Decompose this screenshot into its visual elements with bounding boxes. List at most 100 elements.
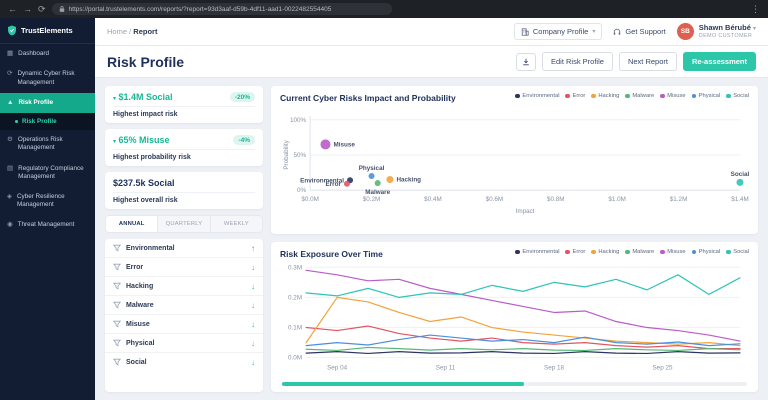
stat-card: $237.5k Social Highest overall risk	[105, 172, 263, 209]
app-window: TrustElements ▦ Dashboard ⟳ Dynamic Cyber R…	[0, 18, 768, 400]
line-chart-head: Risk Exposure Over Time Environmental Err…	[280, 249, 749, 259]
browser-back-icon[interactable]: ←	[8, 4, 17, 14]
legend-item-error[interactable]: Error	[565, 249, 585, 255]
legend-item-error[interactable]: Error	[565, 93, 585, 99]
download-button[interactable]	[516, 52, 536, 71]
legend-dot	[660, 249, 665, 255]
sidebar-item-label: Cyber Resilience Management	[17, 192, 65, 209]
filter-icon[interactable]	[113, 339, 121, 347]
svg-text:100%: 100%	[290, 117, 307, 124]
address-bar[interactable]: https://portal.trustelements.com/reports…	[51, 3, 392, 15]
line-chart-title: Risk Exposure Over Time	[280, 249, 383, 259]
browser-menu-icon[interactable]: ⋮	[751, 4, 760, 15]
user-menu[interactable]: SB Shawn Bérubé ▾ DEMO CUSTOMER	[676, 23, 756, 40]
period-tabs: ANNUAL QUARTERLY WEEKLY	[105, 215, 263, 233]
sidebar-item-dynamic-cyber-risk-management[interactable]: ⟳ Dynamic Cyber Risk Management	[0, 64, 95, 92]
svg-text:$1.2M: $1.2M	[670, 196, 688, 203]
browser-forward-icon[interactable]: →	[23, 4, 32, 14]
risk-row-social[interactable]: Social ↓	[105, 353, 263, 371]
risk-row-hacking[interactable]: Hacking ↓	[105, 277, 263, 296]
svg-text:Misuse: Misuse	[334, 141, 356, 148]
operations-icon: ⚙	[7, 136, 13, 144]
filter-icon[interactable]	[113, 358, 121, 366]
browser-refresh-icon[interactable]: ⟳	[38, 4, 46, 14]
reassessment-button[interactable]: Re-assessment	[682, 52, 756, 71]
risk-row-error[interactable]: Error ↓	[105, 258, 263, 277]
legend-item-physical[interactable]: Physical	[691, 249, 720, 255]
svg-text:Impact: Impact	[516, 208, 535, 215]
svg-text:Malware: Malware	[365, 189, 390, 196]
sidebar-item-label: Operations Risk Management	[17, 136, 63, 152]
legend-item-social[interactable]: Social	[726, 93, 749, 99]
risk-row-physical[interactable]: Physical ↓	[105, 334, 263, 353]
sidebar-item-threat-management[interactable]: ◉ Threat Management	[0, 215, 95, 235]
chart-scrollbar	[282, 382, 747, 386]
change-badge: -4%	[233, 135, 255, 145]
tab-quarterly[interactable]: QUARTERLY	[158, 216, 211, 232]
resilience-icon: ◈	[7, 192, 12, 200]
legend-item-social[interactable]: Social	[726, 249, 749, 255]
company-profile-label: Company Profile	[532, 27, 589, 36]
content: ▾ $1.4M Social -20% Highest impact risk ▾ 6…	[95, 78, 768, 400]
svg-text:0.1M: 0.1M	[288, 325, 302, 332]
legend-dot	[565, 93, 570, 99]
sidebar-item-risk-profile[interactable]: ▲ Risk Profile	[0, 92, 95, 114]
svg-text:$0.2M: $0.2M	[363, 196, 381, 203]
divider	[113, 192, 255, 193]
breadcrumb-home[interactable]: Home	[107, 27, 127, 36]
sidebar: TrustElements ▦ Dashboard ⟳ Dynamic Cyber R…	[0, 18, 95, 400]
legend-dot	[515, 249, 520, 255]
scatter-chart-card: Current Cyber Risks Impact and Probabili…	[271, 86, 758, 234]
filter-icon[interactable]	[113, 244, 121, 252]
brand[interactable]: TrustElements	[0, 18, 95, 44]
legend-item-hacking[interactable]: Hacking	[591, 93, 619, 99]
svg-text:Sep 25: Sep 25	[652, 365, 672, 372]
svg-text:Sep 04: Sep 04	[327, 365, 347, 372]
line-plot[interactable]: 0.0M 0.1M 0.2M 0.3M Sep 04 Sep 11 Sep 18 Sep 25	[280, 259, 749, 380]
sidebar-item-dashboard[interactable]: ▦ Dashboard	[0, 44, 95, 64]
company-profile-button[interactable]: Company Profile ▾	[513, 23, 603, 40]
sidebar-subitem-risk-profile[interactable]: Risk Profile	[0, 113, 95, 131]
tab-weekly[interactable]: WEEKLY	[211, 216, 262, 232]
svg-text:$1.0M: $1.0M	[608, 196, 626, 203]
filter-icon[interactable]	[113, 282, 121, 290]
sidebar-item-label: Threat Management	[17, 221, 75, 229]
edit-risk-profile-button[interactable]: Edit Risk Profile	[542, 52, 613, 71]
legend-item-misuse[interactable]: Misuse	[660, 93, 686, 99]
sidebar-item-regulatory-compliance-management[interactable]: ▤ Regulatory Compliance Management	[0, 159, 95, 187]
svg-text:50%: 50%	[293, 152, 306, 159]
legend-item-hacking[interactable]: Hacking	[591, 249, 619, 255]
legend-item-environmental[interactable]: Environmental	[515, 249, 559, 255]
svg-text:Probability: Probability	[283, 139, 290, 169]
get-support-label: Get Support	[625, 27, 666, 36]
chart-scrollbar-thumb[interactable]	[282, 382, 524, 386]
stat-card: ▾ 65% Misuse -4% Highest probability risk	[105, 129, 263, 166]
filter-icon[interactable]	[113, 301, 121, 309]
legend-item-malware[interactable]: Malware	[625, 249, 654, 255]
sidebar-item-operations-risk-management[interactable]: ⚙ Operations Risk Management	[0, 130, 95, 158]
risk-row-misuse[interactable]: Misuse ↓	[105, 315, 263, 334]
legend-item-malware[interactable]: Malware	[625, 93, 654, 99]
next-report-button[interactable]: Next Report	[618, 52, 677, 71]
tab-annual[interactable]: ANNUAL	[106, 216, 159, 232]
legend-item-physical[interactable]: Physical	[691, 93, 720, 99]
filter-icon[interactable]	[113, 320, 121, 328]
scatter-plot[interactable]: 0% 50% 100% $0.0M $0.2M $0.4M $0.6M $0.8M $1.0M $…	[280, 103, 749, 231]
svg-text:Sep 18: Sep 18	[544, 365, 564, 372]
sidebar-item-cyber-resilience-management[interactable]: ◈ Cyber Resilience Management	[0, 187, 95, 215]
change-badge: -20%	[229, 92, 255, 102]
svg-text:0.2M: 0.2M	[288, 294, 302, 301]
legend-dot	[515, 93, 520, 99]
svg-text:$0.4M: $0.4M	[424, 196, 442, 203]
trend-down-icon: ↓	[251, 357, 255, 367]
risk-row-environmental[interactable]: Environmental ↑	[105, 239, 263, 258]
trend-down-icon: ↓	[251, 338, 255, 348]
risk-row-malware[interactable]: Malware ↓	[105, 296, 263, 315]
filter-icon[interactable]	[113, 263, 121, 271]
legend-dot	[591, 93, 596, 99]
svg-text:0.0M: 0.0M	[288, 355, 302, 362]
legend-item-misuse[interactable]: Misuse	[660, 249, 686, 255]
legend-item-environmental[interactable]: Environmental	[515, 93, 559, 99]
get-support-button[interactable]: Get Support	[613, 27, 666, 36]
svg-text:$0.6M: $0.6M	[486, 196, 504, 203]
